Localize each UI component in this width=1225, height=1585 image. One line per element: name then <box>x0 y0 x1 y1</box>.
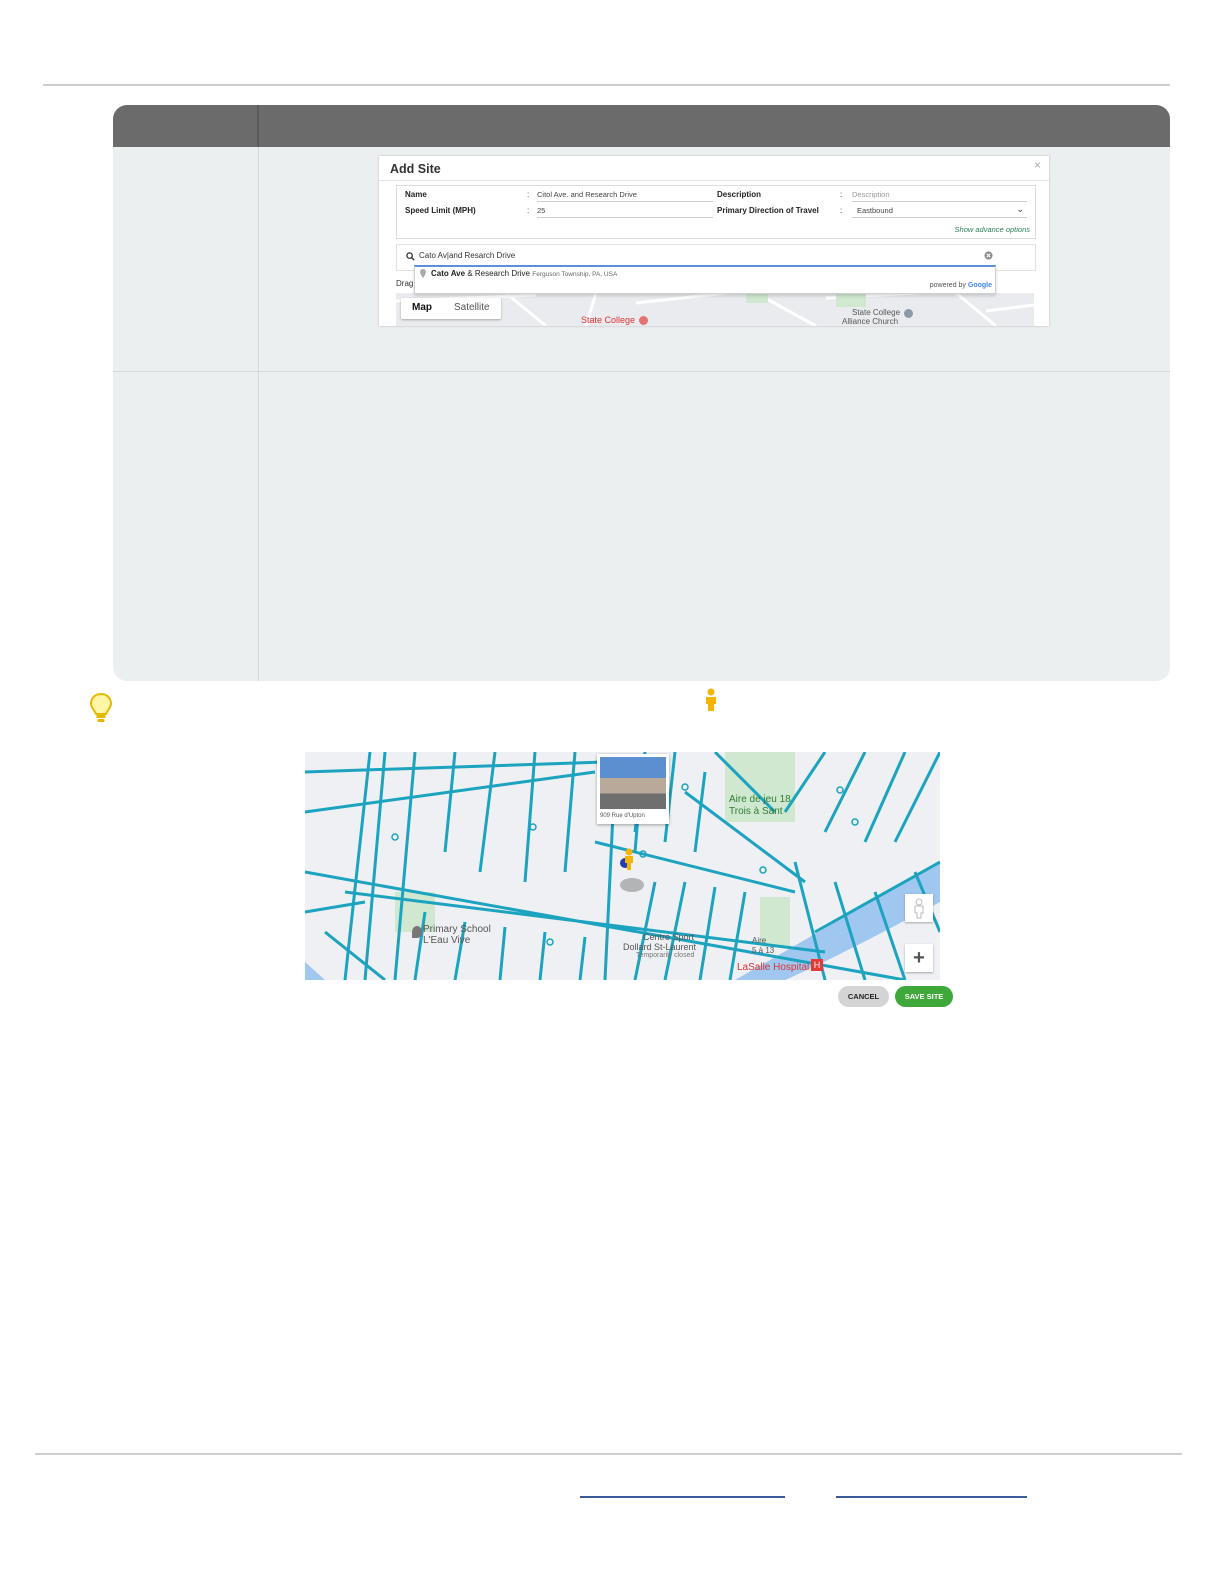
suggestion-secondary: Ferguson Township, PA, USA <box>532 271 618 278</box>
church-marker-icon <box>904 309 913 318</box>
tab-satellite[interactable]: Satellite <box>443 298 501 319</box>
pegman-silhouette-icon <box>914 898 924 919</box>
description-label: Description <box>717 190 762 199</box>
map-label: Dollard St-Laurent <box>623 942 697 952</box>
map-label: Centre Sport <box>643 932 695 942</box>
search-icon <box>406 252 415 261</box>
header-divider <box>257 105 259 147</box>
map-label: Temporarily closed <box>636 952 695 959</box>
chevron-down-icon: ⌄ <box>1016 204 1024 214</box>
map-label: Primary School <box>423 924 491 935</box>
footer-rule <box>35 1453 1182 1455</box>
colon: : <box>527 206 530 215</box>
save-site-button[interactable]: SAVE SITE <box>895 986 953 1007</box>
table-header <box>113 105 1170 147</box>
top-rule <box>43 84 1170 86</box>
map-label: L'Eau Vive <box>423 935 471 946</box>
street-view-caption: 909 Rue d'Upton <box>600 813 645 819</box>
tab-map[interactable]: Map <box>401 298 443 319</box>
powered-by-google: powered by Google <box>930 282 992 289</box>
footer-link-underline[interactable] <box>836 1496 1027 1498</box>
colon: : <box>840 206 843 215</box>
pegman-icon <box>706 688 716 711</box>
add-site-dialog: Add Site × Name : Citol Ave. and Researc… <box>379 156 1049 326</box>
clear-icon[interactable] <box>984 251 993 260</box>
pegman-control[interactable] <box>905 894 933 922</box>
direction-label: Primary Direction of Travel <box>717 206 819 215</box>
google-logo: Google <box>967 282 992 289</box>
map-label: Trois à Sant <box>729 806 783 817</box>
map-label: Aire <box>752 936 767 945</box>
suggestion-main: Cato Ave <box>431 269 466 278</box>
map-label: LaSalle Hospital <box>737 962 810 973</box>
direction-value: Eastbound <box>857 206 893 215</box>
autocomplete-dropdown: Cato Ave & Research Drive Ferguson Towns… <box>414 265 996 294</box>
map-label: State College <box>581 315 636 325</box>
poi-marker-icon <box>639 316 648 325</box>
map-label: 5 à 13 <box>752 946 775 955</box>
column-divider <box>258 147 259 681</box>
school-marker-icon <box>412 926 422 938</box>
description-field[interactable]: Description <box>852 190 1027 202</box>
location-marker-icon <box>620 878 644 892</box>
street-view-map[interactable]: 909 Rue d'Upton Aire de jeu 18 Trois à S… <box>305 752 940 980</box>
direction-select[interactable]: Eastbound ⌄ <box>852 204 1027 218</box>
street-view-thumbnail[interactable]: 909 Rue d'Upton <box>597 754 669 824</box>
dialog-divider <box>379 180 1049 181</box>
dialog-title: Add Site <box>390 162 441 176</box>
search-input[interactable]: Cato Av|and Resarch Drive <box>419 251 515 260</box>
map-label: Alliance Church <box>842 317 899 326</box>
advance-options-link[interactable]: Show advance options <box>955 225 1030 234</box>
mini-map[interactable]: Map Satellite State College State Colleg… <box>396 293 1034 326</box>
close-icon[interactable]: × <box>1034 158 1041 172</box>
speed-limit-field[interactable]: 25 <box>537 206 713 218</box>
name-field[interactable]: Citol Ave. and Research Drive <box>537 190 713 202</box>
colon: : <box>527 190 530 199</box>
map-type-tabs: Map Satellite <box>401 298 501 319</box>
name-label: Name <box>405 190 427 199</box>
row-divider <box>113 371 1170 372</box>
street-view-photo <box>600 757 666 809</box>
zoom-in-button[interactable]: + <box>905 944 933 972</box>
suggestion-rest: & Research Drive <box>465 269 531 278</box>
cancel-button[interactable]: CANCEL <box>838 986 889 1007</box>
map-label: State College <box>852 308 901 317</box>
autocomplete-item[interactable]: Cato Ave & Research Drive Ferguson Towns… <box>431 269 617 278</box>
colon: : <box>840 190 843 199</box>
drag-text: Drag <box>396 279 414 288</box>
powered-prefix: powered by <box>929 282 968 289</box>
lightbulb-icon <box>89 692 113 722</box>
speed-limit-label: Speed Limit (MPH) <box>405 206 476 215</box>
hospital-icon: H <box>811 959 823 971</box>
pin-icon <box>420 269 426 278</box>
site-form: Name : Citol Ave. and Research Drive Spe… <box>396 185 1036 239</box>
footer-link-underline[interactable] <box>580 1496 785 1498</box>
map-label: Aire de jeu 18 <box>729 794 791 805</box>
pegman-icon[interactable] <box>619 848 635 872</box>
